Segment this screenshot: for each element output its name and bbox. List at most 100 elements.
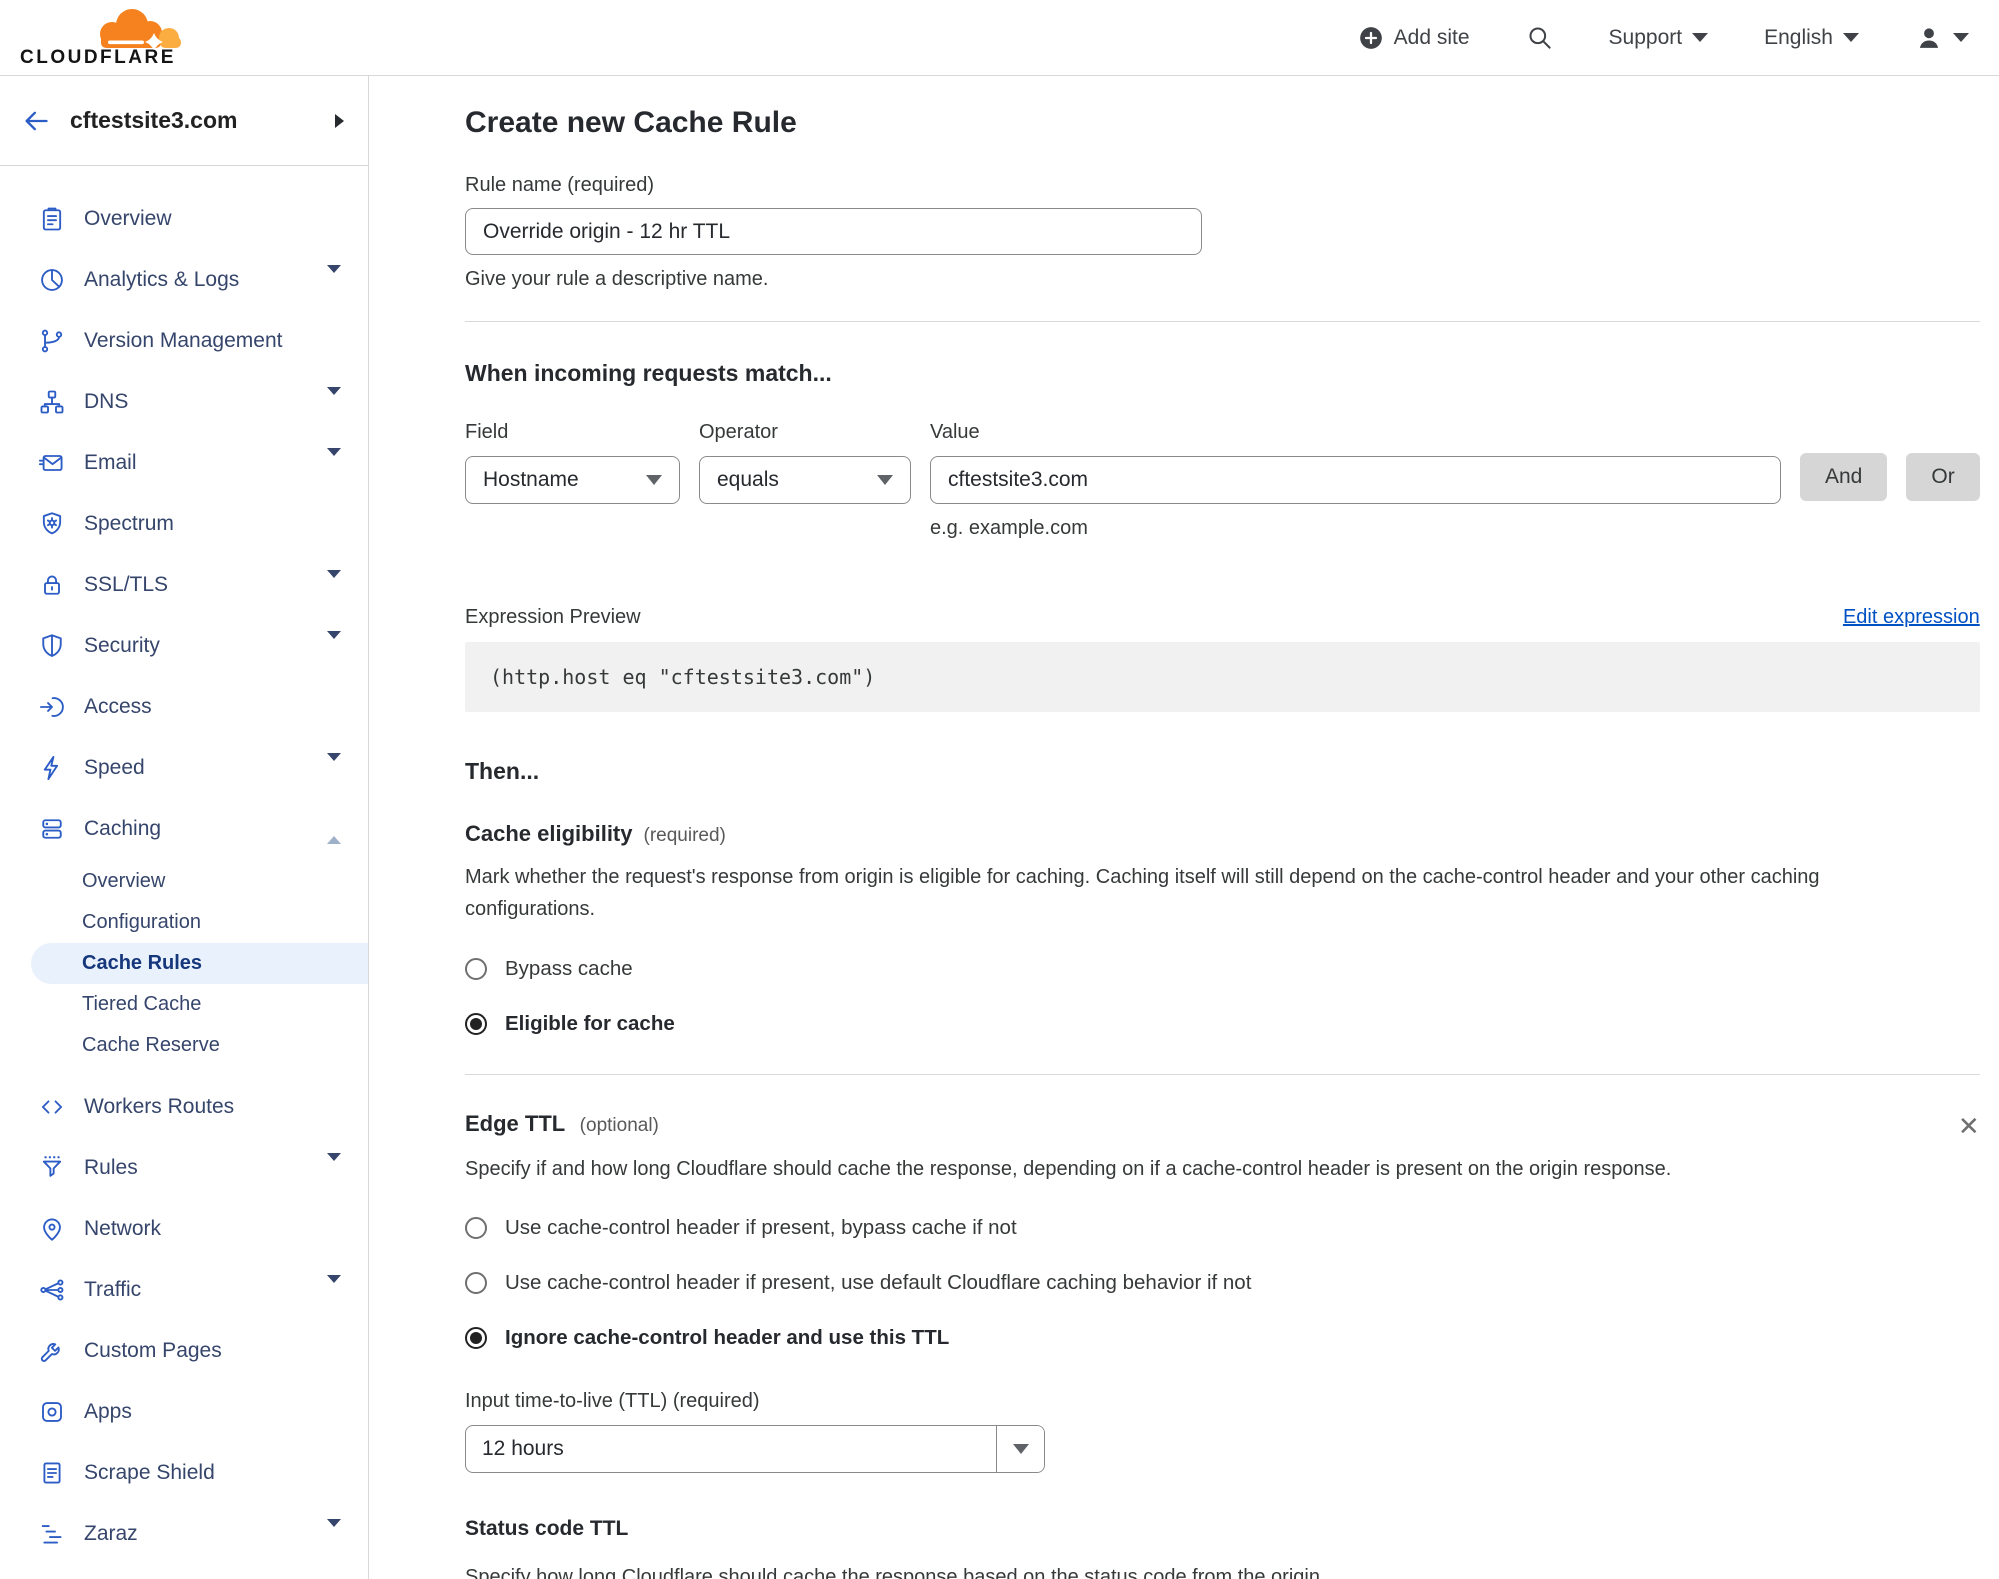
rule-name-label: Rule name (required) — [465, 174, 654, 196]
radio-unselected-icon[interactable] — [465, 1272, 487, 1295]
chevron-down-icon — [327, 630, 341, 661]
sidebar-item-network[interactable]: Network — [0, 1198, 368, 1259]
value-label: Value — [930, 421, 980, 443]
radio-option-label: Eligible for cache — [505, 1011, 675, 1035]
sidebar-item-rules[interactable]: Rules — [0, 1137, 368, 1198]
then-heading: Then... — [465, 758, 540, 784]
ttl-select[interactable]: 12 hours — [465, 1425, 1045, 1474]
sidebar-item-label: Analytics & Logs — [84, 267, 240, 291]
sidebar-item-access[interactable]: Access — [0, 676, 368, 737]
top-bar: CLOUDFLARE Add site Support English — [0, 0, 1999, 76]
sidebar-subitem-configuration[interactable]: Configuration — [0, 902, 368, 943]
sidebar-item-label: Network — [84, 1216, 162, 1240]
cloudflare-logo[interactable]: CLOUDFLARE — [20, 3, 195, 73]
sidebar-subitem-overview[interactable]: Overview — [0, 861, 368, 902]
sidebar-item-dns[interactable]: DNS — [0, 371, 368, 432]
section-divider — [465, 321, 1980, 322]
ttl-selected-value: 12 hours — [482, 1437, 564, 1461]
and-button[interactable]: And — [1800, 453, 1888, 501]
sidebar-subitem-cache-rules[interactable]: Cache Rules — [31, 943, 368, 984]
support-menu[interactable]: Support — [1609, 26, 1709, 50]
caching-icon — [37, 814, 67, 844]
account-menu[interactable] — [1915, 24, 1969, 52]
expression-preview-label: Expression Preview — [465, 606, 641, 628]
apps-icon — [37, 1397, 67, 1427]
sidebar-item-overview[interactable]: Overview — [0, 188, 368, 249]
traffic-icon — [37, 1275, 67, 1305]
radio-option-eligible-for-cache[interactable]: Eligible for cache — [465, 1012, 1980, 1036]
language-menu[interactable]: English — [1764, 26, 1859, 50]
ttl-dropdown-button[interactable] — [996, 1426, 1044, 1473]
user-icon — [1919, 27, 1939, 48]
chevron-down-icon — [1843, 33, 1859, 42]
radio-unselected-icon[interactable] — [465, 957, 487, 980]
operator-select[interactable]: equals — [699, 456, 911, 504]
expression-code: (http.host eq "cftestsite3.com") — [465, 642, 1980, 712]
eligibility-qualifier: (required) — [643, 825, 726, 846]
radio-option-ignore-cache-control-header-and-use-this[interactable]: Ignore cache-control header and use this… — [465, 1326, 1980, 1350]
radio-option-bypass-cache[interactable]: Bypass cache — [465, 957, 1980, 981]
operator-label: Operator — [699, 421, 778, 443]
radio-unselected-icon[interactable] — [465, 1217, 487, 1240]
value-help: e.g. example.com — [930, 517, 1088, 539]
rule-name-input[interactable] — [465, 208, 1202, 255]
edit-expression-link[interactable]: Edit expression — [1843, 606, 1980, 629]
sidebar-item-custom-pages[interactable]: Custom Pages — [0, 1320, 368, 1381]
sidebar: cftestsite3.com Overview Analytics & Logs… — [0, 76, 369, 1579]
sidebar-item-traffic[interactable]: Traffic — [0, 1259, 368, 1320]
sidebar-item-speed[interactable]: Speed — [0, 737, 368, 798]
sidebar-item-workers-routes[interactable]: Workers Routes — [0, 1076, 368, 1137]
match-heading: When incoming requests match... — [465, 360, 832, 386]
sidebar-item-zaraz[interactable]: Zaraz — [0, 1503, 368, 1564]
sidebar-item-scrape-shield[interactable]: Scrape Shield — [0, 1442, 368, 1503]
search-button[interactable] — [1526, 24, 1553, 51]
sidebar-item-security[interactable]: Security — [0, 615, 368, 676]
site-name: cftestsite3.com — [70, 107, 238, 133]
sidebar-subitem-tiered-cache[interactable]: Tiered Cache — [0, 984, 368, 1025]
sidebar-item-label: Email — [84, 450, 137, 474]
chevron-down-icon — [327, 386, 341, 417]
chevron-down-icon — [327, 1518, 341, 1549]
sidebar-item-analytics-logs[interactable]: Analytics & Logs — [0, 249, 368, 310]
sidebar-item-spectrum[interactable]: Spectrum — [0, 493, 368, 554]
value-input[interactable] — [930, 456, 1781, 504]
sidebar-item-label: Scrape Shield — [84, 1460, 215, 1484]
cloudflare-cloud-icon — [100, 8, 181, 50]
eligibility-radio-group: Bypass cache Eligible for cache — [465, 957, 1980, 1036]
match-row: Field Hostname Operator equals Value cft… — [465, 421, 1980, 540]
version-icon — [37, 326, 67, 356]
sidebar-item-label: Workers Routes — [84, 1094, 235, 1118]
eligibility-heading: Cache eligibility — [465, 821, 633, 846]
sidebar-item-caching[interactable]: Caching — [0, 798, 368, 859]
close-icon[interactable]: ✕ — [1958, 1113, 1980, 1139]
radio-option-use-cache-control-header-if-present-bypa[interactable]: Use cache-control header if present, byp… — [465, 1216, 1980, 1240]
edge-ttl-description: Specify if and how long Cloudflare shoul… — [465, 1157, 1672, 1180]
sidebar-item-email[interactable]: Email — [0, 432, 368, 493]
radio-option-use-cache-control-header-if-present-use-[interactable]: Use cache-control header if present, use… — [465, 1271, 1980, 1295]
radio-selected-icon[interactable] — [465, 1327, 487, 1350]
edge-ttl-heading-row: Edge TTL (optional) ✕ — [465, 1111, 1980, 1139]
add-site-button[interactable]: Add site — [1358, 25, 1470, 51]
sidebar-item-version-management[interactable]: Version Management — [0, 310, 368, 371]
sidebar-item-apps[interactable]: Apps — [0, 1381, 368, 1442]
back-arrow-icon[interactable] — [22, 107, 50, 135]
sidebar-item-label: Zaraz — [84, 1521, 138, 1545]
or-button[interactable]: Or — [1906, 453, 1980, 501]
sidebar-item-label: DNS — [84, 389, 129, 413]
sidebar-subitem-cache-reserve[interactable]: Cache Reserve — [0, 1025, 368, 1066]
ssl-icon — [37, 570, 67, 600]
sidebar-item-ssl-tls[interactable]: SSL/TLS — [0, 554, 368, 615]
field-select[interactable]: Hostname — [465, 456, 680, 504]
radio-selected-icon[interactable] — [465, 1012, 487, 1035]
sidebar-item-label: Traffic — [84, 1277, 142, 1301]
sidebar-item-label: Access — [84, 694, 152, 718]
status-code-ttl-heading: Status code TTL — [465, 1517, 629, 1541]
custom-pages-icon — [37, 1336, 67, 1366]
eligibility-heading-row: Cache eligibility (required) — [465, 821, 1980, 847]
radio-option-label: Bypass cache — [505, 956, 633, 980]
add-site-plus-icon — [1359, 26, 1382, 49]
sidebar-item-web3[interactable]: Web3New — [0, 1564, 368, 1579]
chevron-right-icon[interactable] — [335, 113, 344, 128]
sidebar-item-label: Speed — [84, 755, 145, 779]
network-icon — [37, 1214, 67, 1244]
